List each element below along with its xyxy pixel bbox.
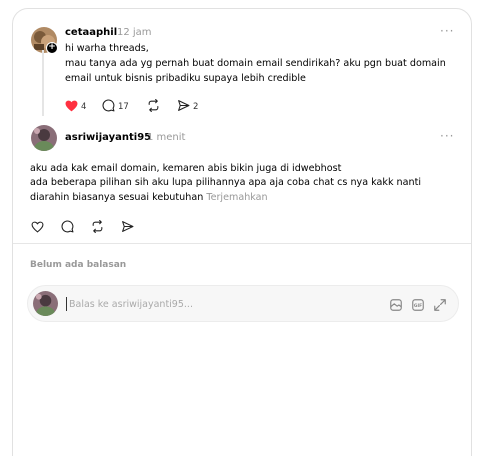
heart-filled-icon (65, 97, 78, 116)
reply-share-button[interactable] (121, 218, 134, 237)
like-count: 4 (81, 101, 87, 112)
reply-line-1: aku ada kak email domain, kemaren abis b… (30, 163, 342, 174)
original-post-time: 12 jam (117, 27, 152, 38)
repost-icon (147, 97, 160, 116)
comment-icon (102, 97, 115, 116)
like-button[interactable]: 4 (65, 97, 86, 116)
repost-button[interactable] (147, 97, 160, 116)
gif-icon[interactable]: GIF (411, 297, 425, 316)
reply-time: 1 menit (147, 132, 186, 143)
section-divider (13, 243, 471, 244)
expand-icon[interactable] (433, 297, 447, 316)
reply-line-3: diarahin biasanya sesuai kebutuhan Terje… (30, 191, 268, 206)
comment-count: 17 (118, 101, 129, 112)
reply-input[interactable] (66, 297, 366, 311)
comment-icon (61, 218, 74, 237)
repost-icon (91, 218, 104, 237)
no-replies-label: Belum ada balasan (30, 260, 127, 270)
image-icon[interactable] (389, 297, 403, 316)
composer-avatar (33, 291, 58, 316)
original-post-username[interactable]: cetaaphil (65, 27, 117, 38)
send-icon (177, 97, 190, 116)
original-post-more-icon[interactable]: ··· (440, 24, 454, 38)
share-button[interactable]: 2 (177, 97, 198, 116)
original-post-line-1: hi warha threads, (65, 43, 149, 54)
comment-button[interactable]: 17 (102, 97, 129, 116)
translate-link[interactable]: Terjemahkan (206, 192, 267, 203)
reply-comment-button[interactable] (61, 218, 74, 237)
thread-connector-line (42, 50, 44, 116)
reply-avatar[interactable] (31, 125, 57, 151)
reply-composer[interactable]: GIF (27, 285, 459, 322)
original-post-line-3: email untuk bisnis pribadiku supaya lebi… (65, 73, 306, 84)
reply-line-3-text: diarahin biasanya sesuai kebutuhan (30, 192, 204, 203)
original-post-line-2: mau tanya ada yg pernah buat domain emai… (65, 58, 446, 69)
reply-line-2: ada beberapa pilihan sih aku lupa piliha… (30, 177, 422, 188)
share-count: 2 (193, 101, 199, 112)
reply-repost-button[interactable] (91, 218, 104, 237)
heart-outline-icon (31, 218, 44, 237)
reply-more-icon[interactable]: ··· (440, 129, 454, 143)
reply-like-button[interactable] (31, 218, 44, 237)
send-icon (121, 218, 134, 237)
follow-plus-icon[interactable]: + (46, 42, 58, 54)
svg-text:GIF: GIF (414, 303, 422, 309)
reply-username[interactable]: asriwijayanti95 (65, 132, 151, 143)
